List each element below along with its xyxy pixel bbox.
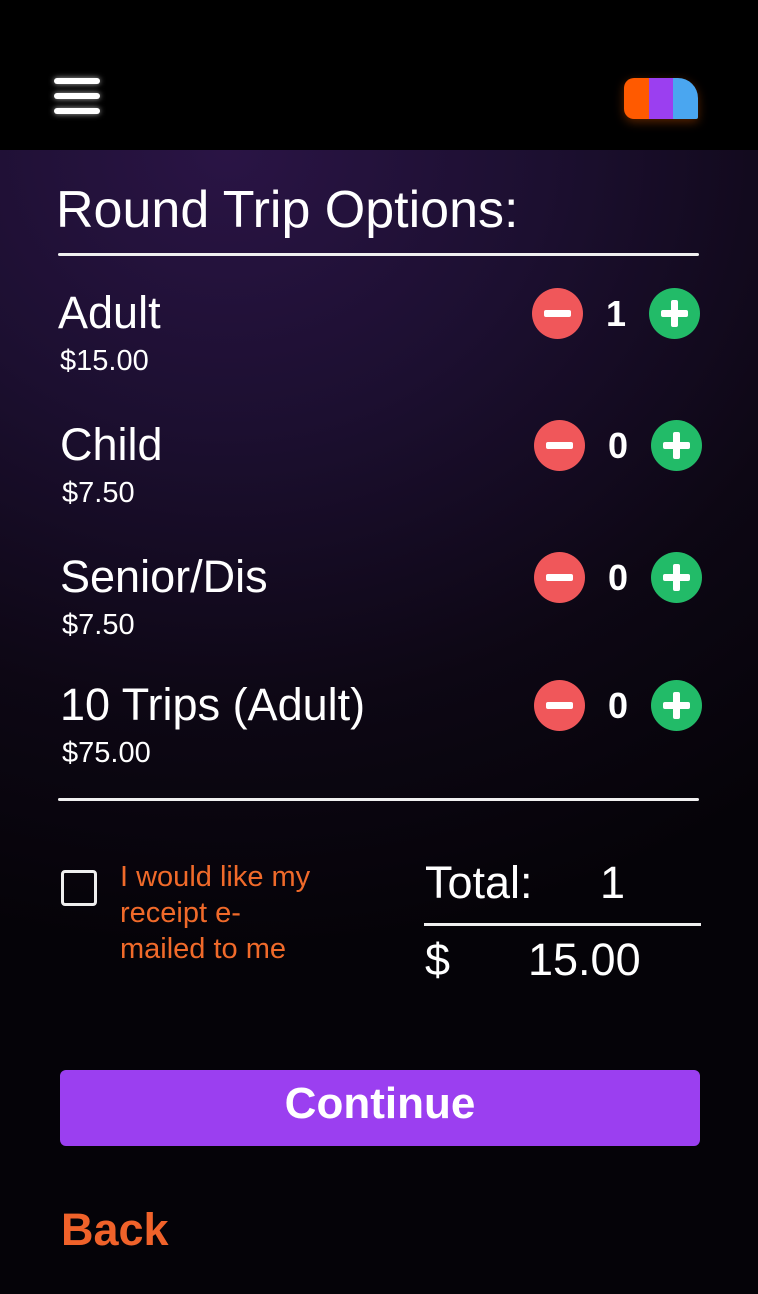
decrease-button[interactable] bbox=[532, 288, 583, 339]
app-logo bbox=[624, 78, 698, 119]
logo-stripe-blue bbox=[673, 78, 698, 119]
quantity-value: 0 bbox=[607, 425, 629, 466]
minus-icon bbox=[546, 574, 573, 581]
quantity-stepper: 0 bbox=[534, 680, 702, 732]
total-divider bbox=[424, 923, 701, 926]
minus-icon bbox=[546, 442, 573, 449]
ticket-name: Child bbox=[60, 419, 163, 470]
ticket-price: $7.50 bbox=[62, 477, 135, 509]
ticket-name: Adult bbox=[58, 287, 161, 338]
increase-button[interactable] bbox=[651, 680, 702, 731]
logo-stripe-purple bbox=[648, 78, 674, 119]
plus-icon-stem bbox=[673, 432, 680, 459]
quantity-stepper: 1 bbox=[532, 288, 700, 340]
email-receipt-label[interactable]: I would like my receipt e-mailed to me bbox=[120, 859, 320, 967]
quantity-stepper: 0 bbox=[534, 420, 702, 472]
email-receipt-checkbox[interactable] bbox=[61, 870, 97, 906]
plus-icon-stem bbox=[671, 300, 678, 327]
minus-icon bbox=[546, 702, 573, 709]
total-amount: 15.00 bbox=[528, 934, 641, 985]
ticket-row-adult: Adult $15.00 1 bbox=[58, 288, 700, 388]
total-label: Total: bbox=[425, 857, 533, 908]
quantity-value: 1 bbox=[605, 293, 627, 334]
divider bbox=[58, 798, 699, 801]
total-count: 1 bbox=[600, 857, 626, 908]
continue-button[interactable]: Continue bbox=[60, 1070, 700, 1146]
minus-icon bbox=[544, 310, 571, 317]
menu-line bbox=[54, 93, 100, 99]
ticket-price: $7.50 bbox=[62, 609, 135, 641]
increase-button[interactable] bbox=[651, 420, 702, 471]
ticket-price: $15.00 bbox=[60, 345, 149, 377]
increase-button[interactable] bbox=[651, 552, 702, 603]
page-title: Round Trip Options: bbox=[56, 181, 519, 239]
quantity-value: 0 bbox=[607, 557, 629, 598]
top-bar bbox=[0, 0, 758, 150]
menu-line bbox=[54, 78, 100, 84]
increase-button[interactable] bbox=[649, 288, 700, 339]
decrease-button[interactable] bbox=[534, 420, 585, 471]
menu-line bbox=[54, 108, 100, 114]
ticket-price: $75.00 bbox=[62, 737, 151, 769]
divider bbox=[58, 253, 699, 256]
ticket-row-child: Child $7.50 0 bbox=[60, 420, 702, 520]
ticket-row-10-trips: 10 Trips (Adult) $75.00 0 bbox=[60, 680, 702, 780]
currency-symbol: $ bbox=[425, 934, 451, 985]
plus-icon-stem bbox=[673, 564, 680, 591]
decrease-button[interactable] bbox=[534, 552, 585, 603]
back-link[interactable]: Back bbox=[61, 1202, 169, 1258]
quantity-value: 0 bbox=[607, 685, 629, 726]
logo-stripe-orange bbox=[624, 78, 649, 119]
hamburger-icon[interactable] bbox=[54, 76, 102, 118]
decrease-button[interactable] bbox=[534, 680, 585, 731]
ticket-row-senior: Senior/Dis $7.50 0 bbox=[60, 552, 702, 652]
quantity-stepper: 0 bbox=[534, 552, 702, 604]
ticket-name: Senior/Dis bbox=[60, 551, 268, 602]
plus-icon-stem bbox=[673, 692, 680, 719]
ticket-name: 10 Trips (Adult) bbox=[60, 679, 366, 730]
